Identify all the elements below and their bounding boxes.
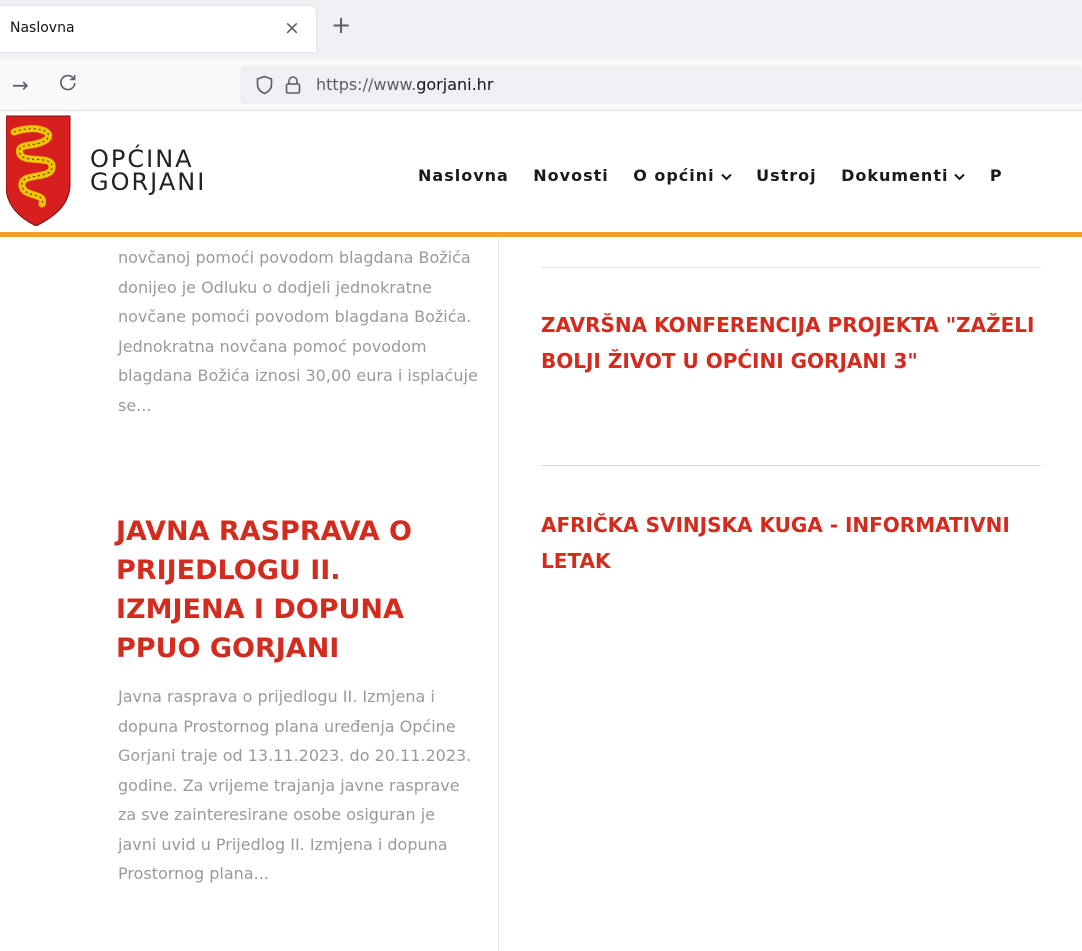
url-host: gorjani.hr [416,75,494,94]
page-content: novčanoj pomoći povodom blagdana Božića … [0,237,1082,951]
menu-item-label: O općini [633,166,715,185]
browser-tab[interactable]: Naslovna × [0,6,316,52]
browser-nav-bar: → https://www.gorjani.hr [0,59,1082,111]
url-text: https://www.gorjani.hr [316,75,493,94]
main-navigation: Naslovna Novosti O općini Ustroj Dokumen… [418,166,1023,192]
logo-line-2: GORJANI [90,168,207,196]
post-excerpt: novčanoj pomoći povodom blagdana Božića … [118,248,478,415]
menu-item-label: Novosti [533,166,609,185]
column-divider [498,237,499,951]
url-bar[interactable]: https://www.gorjani.hr [240,66,1082,104]
menu-item-truncated[interactable]: P [990,166,1003,185]
post-title-link[interactable]: JAVNA RASPRAVA O PRIJEDLOGU II. IZMJENA … [116,512,476,668]
coat-of-arms-icon[interactable] [5,114,72,227]
menu-item-label: P [989,166,1003,185]
site-logo-text[interactable]: OPĆINA GORJANI [90,147,207,196]
browser-tab-bar: Naslovna × + [0,0,1082,59]
sidebar-divider [541,465,1041,466]
forward-arrow-icon[interactable]: → [12,73,29,97]
shield-icon[interactable] [256,75,273,95]
sidebar-post-link[interactable]: ZAVRŠNA KONFERENCIJA PROJEKTA "ZAŽELI BO… [541,307,1041,379]
site-header: OPĆINA GORJANI Naslovna Novosti O općini… [0,111,1082,235]
post-excerpt: Javna rasprava o prijedlogu II. Izmjena … [118,687,472,883]
menu-item-ustroj[interactable]: Ustroj [756,166,817,185]
close-tab-icon[interactable]: × [280,16,304,40]
menu-item-o-opcini[interactable]: O općini [633,166,732,185]
menu-item-naslovna[interactable]: Naslovna [418,166,509,185]
sidebar-post-link[interactable]: AFRIČKA SVINJSKA KUGA - INFORMATIVNI LET… [541,507,1041,579]
chevron-down-icon [954,170,966,184]
new-tab-icon[interactable]: + [330,13,352,37]
menu-item-label: Ustroj [756,166,817,185]
chevron-down-icon [720,170,732,184]
menu-item-label: Dokumenti [841,166,949,185]
sidebar-divider [541,267,1041,268]
tab-title: Naslovna [10,20,75,36]
menu-item-novosti[interactable]: Novosti [533,166,608,185]
menu-item-label: Naslovna [418,166,509,185]
menu-item-dokumenti[interactable]: Dokumenti [841,166,966,185]
lock-icon[interactable] [285,75,301,95]
url-prefix: https://www. [316,75,417,94]
reload-icon[interactable] [58,72,78,97]
